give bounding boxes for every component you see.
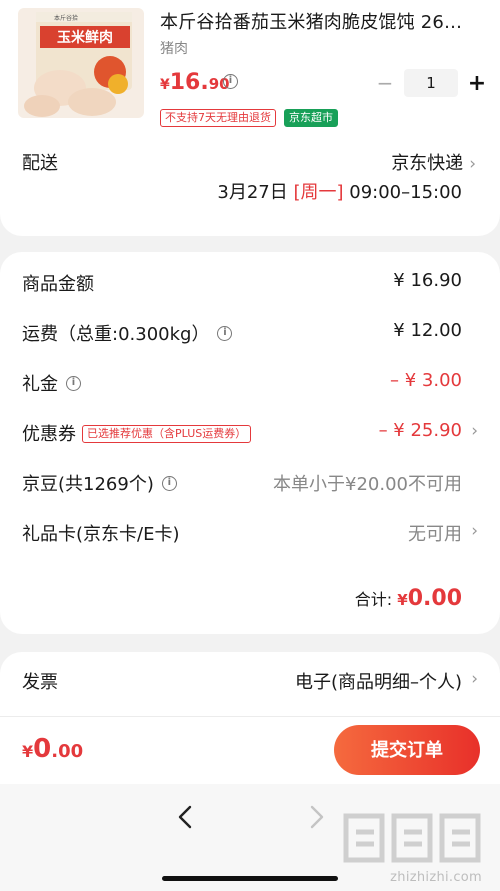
delivery-weekday: [周一] — [293, 182, 344, 203]
quantity-input[interactable]: 1 — [404, 69, 458, 97]
jd-beans-row: 京豆(共1269个) i 本单小于¥20.00不可用 — [22, 474, 462, 495]
chevron-right-icon: › — [471, 521, 478, 541]
invoice-value: 电子(商品明细–个人) — [294, 672, 462, 693]
thumb-brand: 本斤谷拾 — [54, 14, 78, 22]
decrease-button[interactable]: − — [372, 71, 398, 95]
product-spec: 猪肉 — [160, 41, 188, 57]
chevron-right-icon: › — [471, 421, 478, 441]
freight-info-icon[interactable]: i — [217, 325, 233, 341]
coupon-row[interactable]: 优惠券 已选推荐优惠（含PLUS运费券） – ¥ 25.90 › — [0, 418, 500, 448]
coupon-tag: 已选推荐优惠（含PLUS运费券） — [82, 425, 252, 443]
watermark-text: zhizhizhi.com — [390, 870, 482, 885]
jd-supermarket-tag: 京东超市 — [284, 109, 338, 127]
increase-button[interactable]: + — [464, 71, 490, 96]
browser-nav-bar: zhizhizhi.com — [0, 784, 500, 891]
price-info-icon[interactable]: i — [223, 74, 238, 89]
freight-row: 运费（总重:0.300kg） i ¥ 12.00 — [22, 320, 462, 345]
gift-info-icon[interactable]: i — [66, 375, 81, 391]
back-arrow-icon[interactable] — [172, 802, 200, 832]
delivery-time[interactable]: 3月27日 [周一] 09:00–15:00 — [217, 178, 462, 204]
shipping-label: 配送 — [22, 153, 58, 174]
gift-money-row: 礼金 i – ¥ 3.00 — [22, 370, 462, 395]
thumb-title: 玉米鲜肉 — [57, 29, 113, 46]
goods-amount-row: 商品金额 ¥ 16.90 — [22, 270, 462, 295]
product-title[interactable]: 本斤谷拾番茄玉米猪肉脆皮馄饨 26… — [160, 8, 490, 34]
quantity-stepper: − 1 + — [372, 69, 490, 97]
pay-amount: ¥0.00 — [22, 734, 84, 764]
chevron-right-icon: › — [471, 669, 478, 689]
invoice-label: 发票 — [22, 672, 58, 693]
no-return-tag: 不支持7天无理由退货 — [160, 109, 276, 127]
checkout-bar: ¥0.00 提交订单 — [0, 716, 500, 784]
chevron-right-icon: › — [469, 154, 476, 174]
submit-order-button[interactable]: 提交订单 — [334, 725, 480, 775]
beans-info-icon[interactable]: i — [161, 475, 177, 491]
product-card: 玉米鲜肉 本斤谷拾 本斤谷拾番茄玉米猪肉脆皮馄饨 26… 猪肉 ¥16.90 i… — [0, 0, 500, 236]
watermark-logo — [343, 813, 481, 863]
home-indicator[interactable] — [162, 876, 338, 881]
shipping-carrier[interactable]: 京东快递 › — [391, 149, 476, 175]
gift-card-row[interactable]: 礼品卡(京东卡/E卡) 无可用 › — [0, 518, 500, 548]
order-total: 合计: ¥0.00 — [354, 586, 462, 611]
product-price: ¥16.90 — [160, 70, 230, 95]
invoice-row[interactable]: 发票 电子(商品明细–个人) › — [0, 652, 500, 716]
order-summary-card: 商品金额 ¥ 16.90 运费（总重:0.300kg） i ¥ 12.00 礼金 i… — [0, 252, 500, 634]
forward-arrow-icon[interactable] — [302, 802, 330, 832]
product-thumbnail[interactable]: 玉米鲜肉 本斤谷拾 — [18, 8, 144, 118]
